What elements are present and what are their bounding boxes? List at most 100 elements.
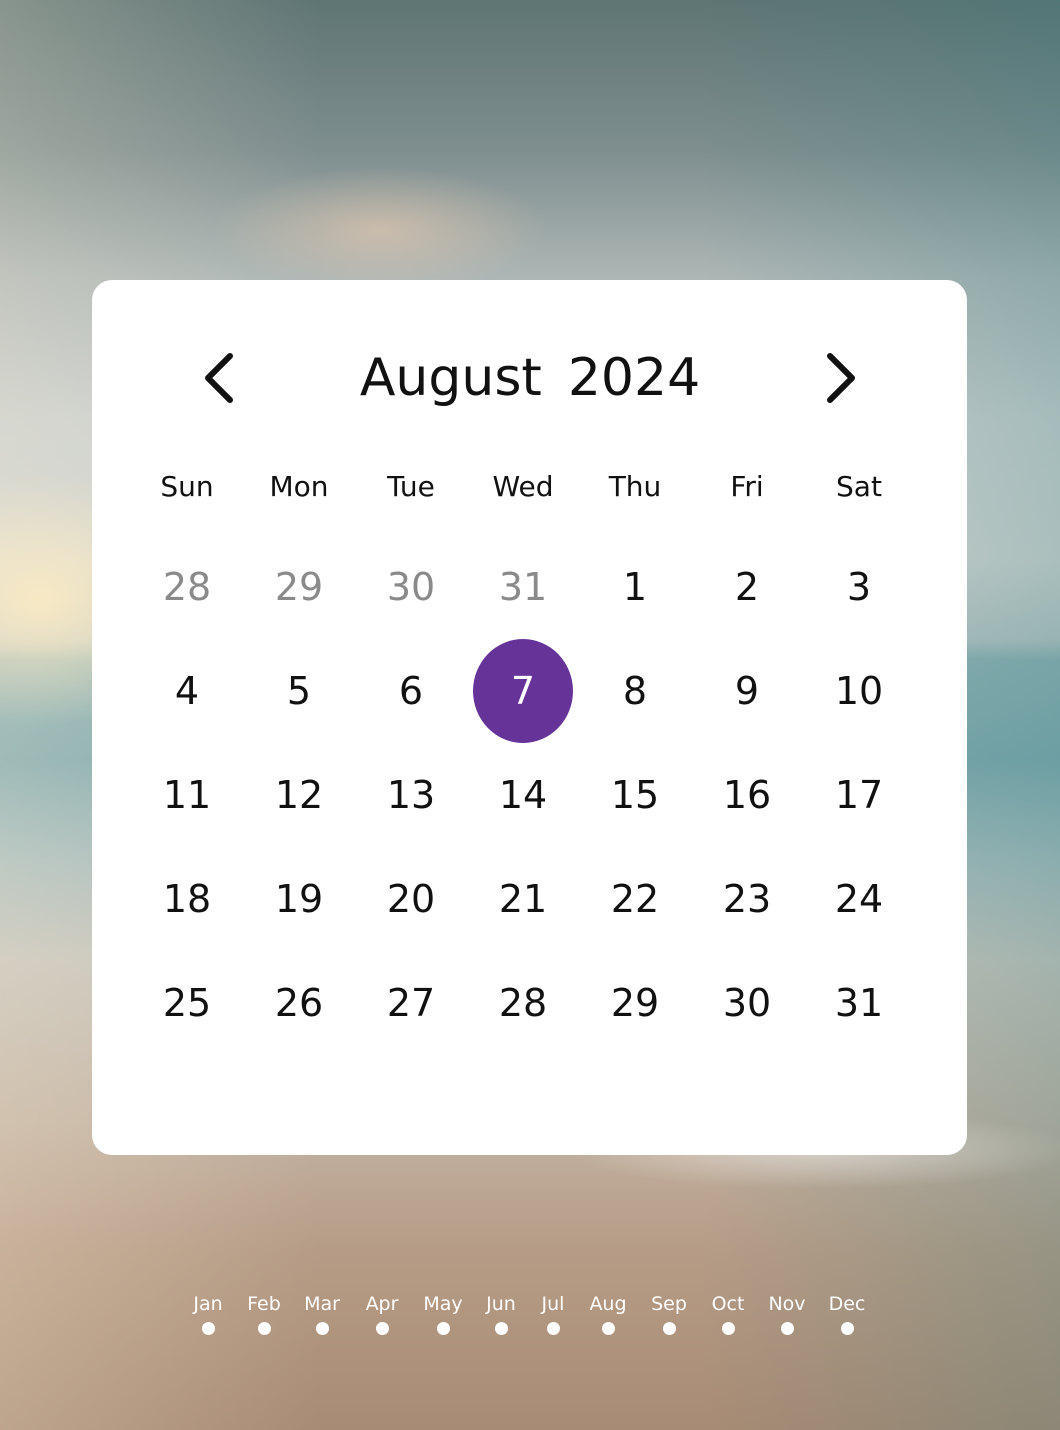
month-dot-icon[interactable] [494, 1322, 508, 1335]
day-number: 6 [398, 669, 424, 713]
day-number: 12 [274, 773, 324, 817]
month-nav-item-jul[interactable]: Jul [523, 1292, 583, 1335]
month-nav-label: Nov [768, 1293, 806, 1315]
day-cell[interactable]: 6 [355, 639, 467, 743]
day-cell[interactable]: 13 [355, 743, 467, 847]
day-cell-outside-month[interactable]: 30 [355, 535, 467, 639]
day-cell-selected[interactable]: 7 [467, 639, 579, 743]
day-number: 7 [473, 639, 573, 743]
day-cell[interactable]: 8 [579, 639, 691, 743]
day-number: 18 [162, 877, 212, 921]
day-cell[interactable]: 10 [803, 639, 915, 743]
day-cell[interactable]: 28 [467, 951, 579, 1055]
weekday-fri: Fri [730, 470, 764, 503]
day-cell-outside-month[interactable]: 31 [467, 535, 579, 639]
month-dot-icon[interactable] [840, 1322, 854, 1335]
day-number: 2 [734, 565, 760, 609]
month-nav-item-oct[interactable]: Oct [698, 1292, 758, 1335]
month-nav-item-apr[interactable]: Apr [352, 1292, 412, 1335]
day-cell[interactable]: 5 [243, 639, 355, 743]
month-dot-icon[interactable] [780, 1322, 794, 1335]
month-nav-item-mar[interactable]: Mar [292, 1292, 352, 1335]
month-dot-icon[interactable] [546, 1322, 560, 1335]
day-number: 26 [274, 981, 324, 1025]
month-nav-item-jun[interactable]: Jun [471, 1292, 531, 1335]
month-nav-item-feb[interactable]: Feb [234, 1292, 294, 1335]
day-number: 13 [386, 773, 436, 817]
month-dot-icon[interactable] [201, 1322, 215, 1335]
month-nav-label: Apr [365, 1293, 399, 1315]
month-nav-item-jan[interactable]: Jan [178, 1292, 238, 1335]
day-number: 30 [386, 565, 436, 609]
month-dot-icon[interactable] [436, 1322, 450, 1335]
day-cell[interactable]: 4 [131, 639, 243, 743]
day-cell[interactable]: 3 [803, 535, 915, 639]
day-number: 27 [386, 981, 436, 1025]
day-cell[interactable]: 1 [579, 535, 691, 639]
day-cell[interactable]: 11 [131, 743, 243, 847]
month-nav-item-aug[interactable]: Aug [578, 1292, 638, 1335]
day-number: 5 [286, 669, 312, 713]
month-dot-icon[interactable] [601, 1322, 615, 1335]
chevron-right-icon [827, 353, 855, 403]
weekday-sat: Sat [836, 470, 882, 503]
day-number: 22 [610, 877, 660, 921]
weekday-tue: Tue [387, 470, 435, 503]
day-number: 10 [834, 669, 884, 713]
day-number: 4 [174, 669, 200, 713]
day-cell-outside-month[interactable]: 29 [243, 535, 355, 639]
day-number: 30 [722, 981, 772, 1025]
month-nav-label: Jan [193, 1293, 223, 1315]
day-cell[interactable]: 12 [243, 743, 355, 847]
weekday-wed: Wed [492, 470, 554, 503]
prev-month-button[interactable] [185, 340, 255, 420]
day-number: 16 [722, 773, 772, 817]
day-cell[interactable]: 27 [355, 951, 467, 1055]
month-nav-item-sep[interactable]: Sep [639, 1292, 699, 1335]
day-cell-outside-month[interactable]: 28 [131, 535, 243, 639]
calendar-header: August 2024 [0, 340, 1060, 420]
day-cell[interactable]: 30 [691, 951, 803, 1055]
month-year-title: August 2024 [300, 348, 760, 408]
day-grid: 28 29 30 31 1 2 3 4 5 6 7 8 9 10 11 12 13 14 15 16 17 18 19 20 2… [131, 535, 911, 1055]
day-number: 17 [834, 773, 884, 817]
day-cell[interactable]: 21 [467, 847, 579, 951]
day-cell[interactable]: 15 [579, 743, 691, 847]
day-cell[interactable]: 31 [803, 951, 915, 1055]
month-nav-item-dec[interactable]: Dec [817, 1292, 877, 1335]
day-number: 9 [734, 669, 760, 713]
day-number: 31 [834, 981, 884, 1025]
next-month-button[interactable] [805, 340, 875, 420]
month-dot-icon[interactable] [721, 1322, 735, 1335]
month-nav-item-may[interactable]: May [413, 1292, 473, 1335]
day-cell[interactable]: 20 [355, 847, 467, 951]
day-cell[interactable]: 18 [131, 847, 243, 951]
day-number: 20 [386, 877, 436, 921]
month-nav-item-nov[interactable]: Nov [757, 1292, 817, 1335]
day-cell[interactable]: 25 [131, 951, 243, 1055]
day-cell[interactable]: 16 [691, 743, 803, 847]
day-number: 21 [498, 877, 548, 921]
month-dot-icon[interactable] [315, 1322, 329, 1335]
day-number: 25 [162, 981, 212, 1025]
month-navigation: Jan Feb Mar Apr May Jun Jul Aug Sep Oct Nov Dec [0, 1292, 1060, 1342]
day-cell[interactable]: 9 [691, 639, 803, 743]
day-cell[interactable]: 26 [243, 951, 355, 1055]
month-dot-icon[interactable] [257, 1322, 271, 1335]
day-number: 1 [622, 565, 648, 609]
day-cell[interactable]: 23 [691, 847, 803, 951]
day-cell[interactable]: 2 [691, 535, 803, 639]
day-cell[interactable]: 19 [243, 847, 355, 951]
month-nav-label: Dec [828, 1293, 866, 1315]
day-cell[interactable]: 22 [579, 847, 691, 951]
day-number: 15 [610, 773, 660, 817]
day-cell[interactable]: 24 [803, 847, 915, 951]
day-number: 31 [498, 565, 548, 609]
day-cell[interactable]: 17 [803, 743, 915, 847]
month-dot-icon[interactable] [375, 1322, 389, 1335]
month-dot-icon[interactable] [662, 1322, 676, 1335]
day-number: 24 [834, 877, 884, 921]
month-nav-label: Mar [304, 1293, 340, 1315]
day-cell[interactable]: 14 [467, 743, 579, 847]
day-cell[interactable]: 29 [579, 951, 691, 1055]
